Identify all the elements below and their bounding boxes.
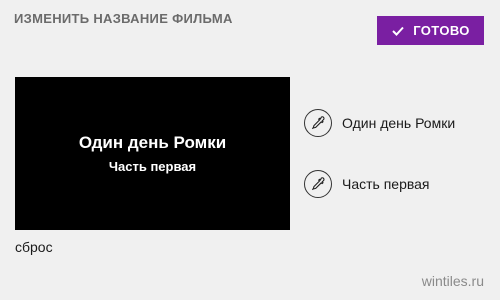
done-button-label: ГОТОВО [413,23,470,38]
subtitle-field[interactable]: Часть первая [304,170,430,198]
checkmark-icon [391,24,405,38]
page-title: ИЗМЕНИТЬ НАЗВАНИЕ ФИЛЬМА [14,11,233,26]
watermark: wintiles.ru [421,273,484,289]
eyedropper-icon[interactable] [304,170,332,198]
title-field[interactable]: Один день Ромки [304,109,455,137]
reset-link[interactable]: сброс [15,239,53,255]
title-field-label: Один день Ромки [342,115,456,131]
done-button[interactable]: ГОТОВО [377,16,484,45]
preview-subtitle: Часть первая [108,158,197,174]
subtitle-field-label: Часть первая [342,176,430,192]
title-preview: Один день Ромки Часть первая [15,77,290,230]
preview-title: Один день Ромки [78,133,227,153]
eyedropper-icon[interactable] [304,109,332,137]
